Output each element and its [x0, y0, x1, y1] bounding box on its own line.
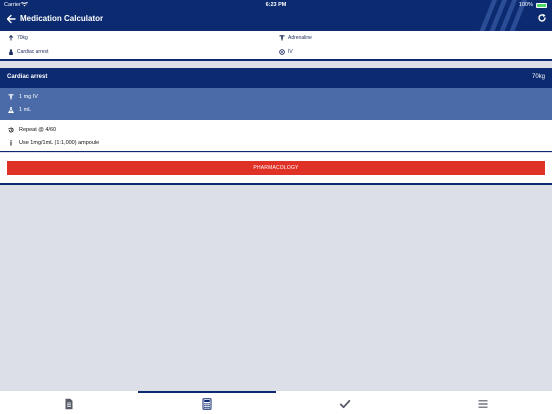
refresh-icon[interactable]: [537, 13, 547, 23]
tab-bar: [0, 390, 552, 414]
section-divider: [0, 183, 552, 185]
result-weight: 70kg: [531, 74, 545, 80]
syringe-icon: [279, 35, 285, 41]
menu-icon: [478, 400, 488, 408]
result-card-header: Cardiac arrest 70kg: [0, 68, 552, 88]
info-icon: [10, 140, 12, 146]
repeat-text: Repeat @ 4/60: [19, 127, 57, 133]
tab-menu[interactable]: [414, 391, 552, 414]
status-bar: Carrier 6:23 PM 100%: [0, 0, 552, 10]
section-divider: [0, 59, 552, 61]
app-header: Carrier 6:23 PM 100% Medication Calculat…: [0, 0, 552, 31]
dose-notes-panel: Repeat @ 4/60 Use 1mg/1mL (1:1,000) ampo…: [0, 120, 552, 151]
checkmark-icon: [339, 399, 351, 409]
document-icon: [65, 398, 73, 410]
battery-icon: [536, 3, 547, 8]
status-time: 6:23 PM: [265, 2, 287, 8]
history-icon: [8, 127, 14, 133]
tab-checklist[interactable]: [276, 391, 414, 414]
ampoule-note-text: Use 1mg/1mL (1:1,000) ampoule: [19, 140, 100, 146]
drug-value: Adrenaline: [288, 35, 312, 41]
condition-value: Cardiac arrest: [17, 49, 49, 55]
dose-panel: 1 mg IV 1 mL: [0, 88, 552, 120]
route-target-icon: [279, 49, 285, 55]
tab-calculator[interactable]: [138, 391, 276, 414]
calculator-icon: [202, 398, 212, 410]
battery-percentage: 100%: [518, 2, 533, 8]
result-condition: Cardiac arrest: [7, 74, 48, 80]
back-arrow-icon[interactable]: [6, 14, 16, 24]
weight-arrow-icon: [8, 35, 14, 41]
pharmacology-section: PHARMACOLOGY: [0, 153, 552, 183]
volume-value: 1 mL: [19, 107, 32, 113]
section-divider: [0, 151, 552, 152]
weight-value: 70kg: [17, 35, 28, 41]
selection-info-panel: 70kg Cardiac arrest Adrenaline IV: [0, 31, 552, 59]
syringe-icon: [8, 94, 14, 100]
tab-document[interactable]: [0, 391, 138, 414]
page-title: Medication Calculator: [20, 14, 104, 23]
pharmacology-button[interactable]: PHARMACOLOGY: [7, 161, 545, 175]
flask-icon: [8, 107, 14, 113]
route-value: IV: [288, 49, 293, 55]
dose-value: 1 mg IV: [19, 94, 38, 100]
person-icon: [9, 49, 13, 55]
